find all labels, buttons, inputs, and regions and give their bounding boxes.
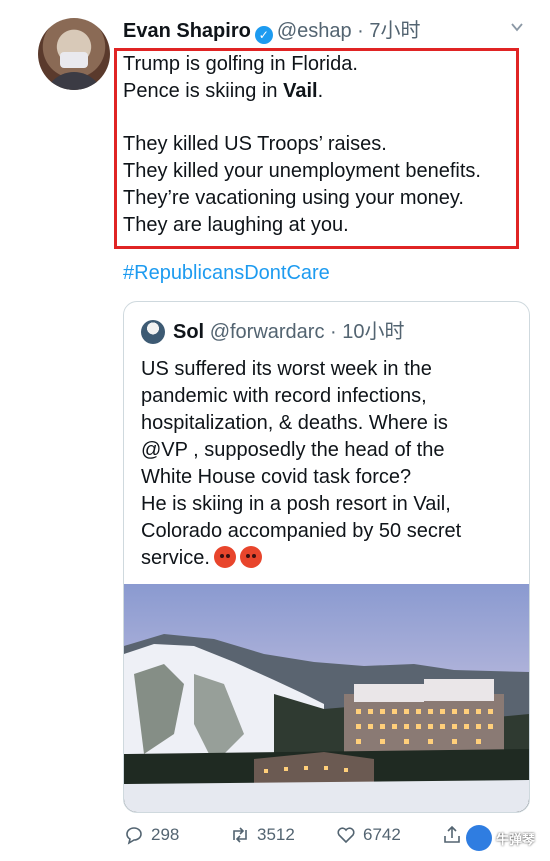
quoted-line: pandemic with record infections, (141, 385, 427, 407)
tweet-line: They killed US Troops’ raises. (123, 133, 387, 155)
tweet-line-pence: Pence is skiing in Vail. (123, 78, 516, 105)
quoted-line: @VP , supposedly the head of the (141, 439, 445, 461)
quoted-handle-time[interactable]: @forwardarc · 10小时 (210, 321, 405, 343)
quoted-line-last: service. (141, 545, 521, 572)
author-name[interactable]: Evan Shapiro (123, 20, 251, 42)
quoted-line: He is skiing in a posh resort in Vail, (141, 493, 451, 515)
quoted-tweet[interactable]: Sol @forwardarc · 10小时 US suffered its w… (123, 301, 530, 813)
share-action[interactable] (441, 824, 463, 846)
tweet-text-highlighted: Trump is golfing in Florida. Pence is sk… (114, 48, 519, 249)
quoted-line: US suffered its worst week in the (141, 358, 432, 380)
angry-face-emoji-icon (239, 546, 262, 568)
avatar-shirt (44, 72, 104, 90)
quoted-line: Colorado accompanied by 50 secret (141, 520, 462, 542)
reply-icon (126, 827, 142, 845)
pence-prefix: Pence is skiing in (123, 80, 284, 102)
author-avatar[interactable] (38, 18, 110, 90)
tweet-line: Trump is golfing in Florida. (123, 53, 358, 75)
share-icon (444, 825, 460, 843)
angry-face-emoji-icon (213, 546, 236, 568)
quoted-last-text: service. (141, 547, 210, 569)
watermark-logo-icon (466, 825, 492, 851)
quoted-line: hospitalization, & deaths. Where is (141, 412, 448, 434)
chevron-down-icon[interactable] (510, 20, 524, 34)
tweet-line: They’re vacationing using your money. (123, 187, 464, 209)
quoted-author-avatar[interactable] (141, 320, 165, 344)
vail-resort-photo[interactable] (124, 584, 529, 812)
quoted-text: US suffered its worst week in the pandem… (141, 356, 521, 572)
vail-bold: Vail (283, 80, 318, 102)
avatar-mask (60, 52, 88, 68)
tweet-header: Evan Shapiro ✓ @eshap · 7小时 (123, 18, 421, 44)
quoted-author-name[interactable]: Sol (173, 321, 204, 343)
watermark-text: 牛弹琴 (496, 831, 536, 847)
reply-count: 298 (151, 825, 180, 844)
like-action[interactable]: 6742 (335, 824, 401, 846)
retweet-count: 3512 (257, 825, 295, 844)
like-count: 6742 (363, 825, 401, 844)
retweet-action[interactable]: 3512 (229, 824, 295, 846)
verified-badge-icon: ✓ (254, 26, 273, 44)
retweet-icon (233, 827, 247, 843)
hashtag-link[interactable]: #RepublicansDontCare (123, 262, 330, 285)
quoted-line: White House covid task force? (141, 466, 412, 488)
heart-icon (337, 827, 355, 844)
tweet-line: They killed your unemployment benefits. (123, 160, 481, 182)
author-handle-time[interactable]: @eshap · 7小时 (277, 20, 421, 42)
reply-action[interactable]: 298 (123, 824, 179, 846)
wechat-watermark: 牛弹琴 (466, 820, 550, 856)
tweet-line: They are laughing at you. (123, 214, 349, 236)
pence-suffix: . (317, 80, 324, 102)
quoted-header: Sol @forwardarc · 10小时 (173, 318, 404, 346)
